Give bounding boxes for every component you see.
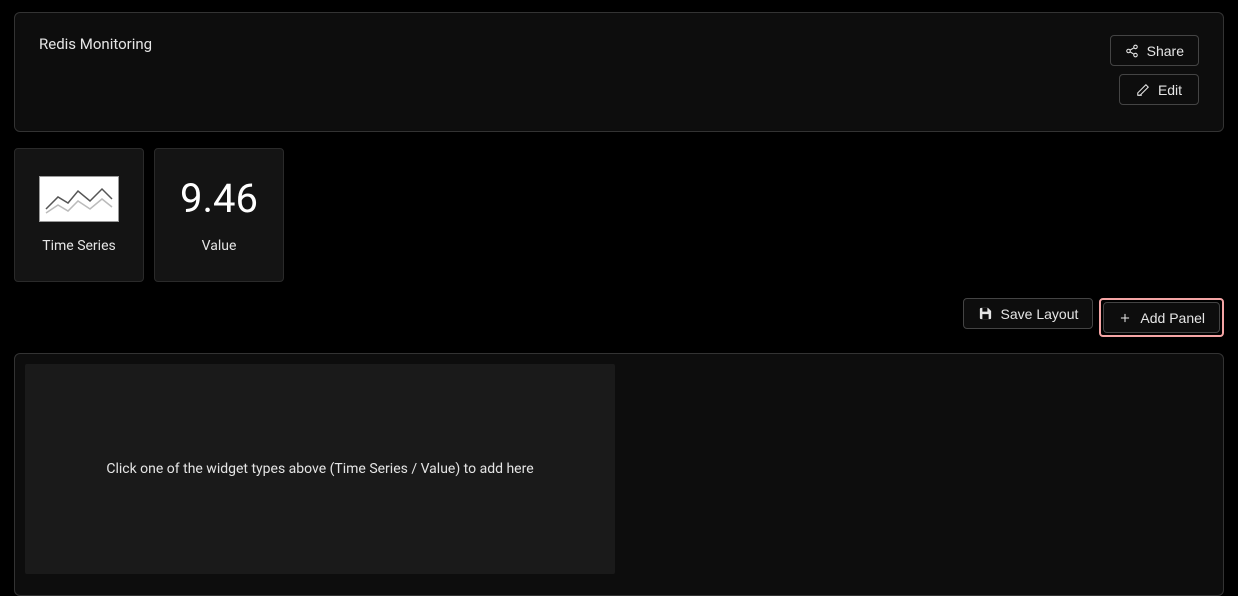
plus-icon [1118,311,1132,325]
drop-hint-text: Click one of the widget types above (Tim… [106,461,533,477]
page-title: Redis Monitoring [39,35,152,53]
panel-actions-row: Save Layout Add Panel [14,298,1224,337]
save-icon [978,306,993,321]
empty-panel-drop-area[interactable]: Click one of the widget types above (Tim… [25,364,615,574]
value-label: Value [202,238,237,254]
edit-icon [1136,83,1150,97]
dashboard-header: Redis Monitoring Share Edit [14,12,1224,132]
timeseries-thumbnail [39,176,119,222]
share-button[interactable]: Share [1110,35,1199,66]
header-actions: Share Edit [1110,35,1199,105]
share-icon [1125,44,1139,58]
edit-label: Edit [1158,82,1182,98]
save-layout-label: Save Layout [1001,306,1079,322]
line-chart-icon [44,181,114,217]
timeseries-widget-button[interactable]: Time Series [14,148,144,282]
timeseries-label: Time Series [42,238,115,254]
share-label: Share [1147,43,1184,59]
add-panel-highlight: Add Panel [1099,298,1224,337]
dashboard-panel-container: Click one of the widget types above (Tim… [14,353,1224,596]
value-widget-button[interactable]: 9.46 Value [154,148,284,282]
save-layout-button[interactable]: Save Layout [963,298,1094,329]
edit-button[interactable]: Edit [1119,74,1199,105]
widget-type-row: Time Series 9.46 Value [14,148,1224,282]
add-panel-button[interactable]: Add Panel [1103,302,1220,333]
add-panel-label: Add Panel [1140,310,1205,326]
value-display: 9.46 [180,176,258,222]
